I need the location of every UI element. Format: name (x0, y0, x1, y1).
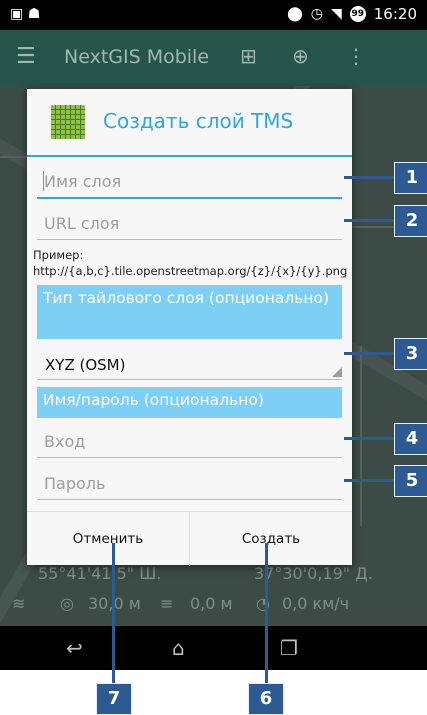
app-bar: ☰ NextGIS Mobile ⊞ ⊕ ⋮ (0, 30, 427, 86)
home-icon[interactable]: ⌂ (172, 636, 185, 660)
image-icon: ▣ (10, 6, 24, 22)
alarm-icon: ◷ (310, 6, 323, 22)
layer-name-field[interactable]: Имя слоя (37, 167, 342, 199)
accuracy-icon: ◎ (60, 594, 74, 613)
navigation-bar: ↩ ⌂ ❐ (0, 626, 427, 670)
callout-5-leader (344, 479, 394, 482)
layer-url-placeholder: URL слоя (44, 214, 120, 233)
password-field[interactable]: Пароль (37, 469, 342, 500)
password-placeholder: Пароль (44, 474, 106, 493)
layer-url-field[interactable]: URL слоя (37, 209, 342, 240)
create-tms-layer-dialog: Создать слой TMS Имя слоя URL слоя Приме… (27, 89, 352, 566)
android-icon: ☗ (27, 6, 41, 22)
callout-5: 5 (394, 465, 427, 497)
wifi-signal-icon: ◥ (330, 6, 342, 22)
status-bar: ▣ ☗ ⬤ ◷ ◥ 99 16:20 (0, 0, 427, 30)
longitude-readout: 37°30'0,19" Д. (254, 564, 373, 583)
tile-type-value: XYZ (OSM) (45, 356, 126, 374)
locate-icon[interactable]: ⊕ (292, 44, 309, 68)
status-right: ⬤ ◷ ◥ 99 16:20 (287, 5, 417, 23)
map-road (0, 156, 30, 158)
callout-2-leader (344, 219, 394, 222)
callout-3: 3 (394, 338, 427, 370)
status-left: ▣ ☗ (10, 6, 40, 22)
altitude-icon: ≡ (160, 594, 174, 613)
cancel-button[interactable]: Отменить (27, 512, 190, 566)
speed-readout: 0,0 км/ч (282, 594, 350, 613)
callout-7-leader (112, 543, 115, 683)
tile-type-header: Тип тайлового слоя (опционально) (37, 285, 342, 339)
overflow-menu-icon[interactable]: ⋮ (346, 44, 366, 68)
login-placeholder: Вход (44, 432, 86, 451)
callout-3-leader (344, 352, 394, 355)
tms-layer-icon (51, 105, 85, 139)
callout-1-leader (344, 176, 394, 179)
wifi-status-icon: ≋ (12, 594, 26, 613)
app-title: NextGIS Mobile (64, 46, 210, 68)
callout-4-leader (344, 437, 394, 440)
create-button[interactable]: Создать (190, 512, 352, 566)
location-pin-icon: ⬤ (287, 6, 303, 22)
tile-type-select[interactable]: XYZ (OSM) (37, 349, 342, 380)
dialog-divider (27, 155, 352, 157)
latitude-readout: 55°41'41.5" Ш. (38, 564, 162, 583)
dropdown-caret-icon (332, 367, 342, 377)
auth-header: Имя/пароль (опционально) (37, 387, 342, 418)
recent-apps-icon[interactable]: ❐ (280, 636, 298, 660)
callout-1: 1 (394, 162, 427, 194)
callout-4: 4 (394, 423, 427, 455)
layer-name-placeholder: Имя слоя (44, 172, 122, 191)
callout-6-leader (265, 543, 268, 683)
back-icon[interactable]: ↩ (66, 636, 83, 660)
dialog-button-row: Отменить Создать (27, 511, 352, 566)
url-example-text: Пример: http://{a,b,c}.tile.openstreetma… (33, 248, 348, 278)
map-road (360, 346, 362, 526)
callout-6: 6 (248, 683, 284, 715)
login-field[interactable]: Вход (37, 427, 342, 458)
menu-icon[interactable]: ☰ (16, 44, 36, 69)
device-screen: ▣ ☗ ⬤ ◷ ◥ 99 16:20 ☰ NextGIS Mobile ⊞ ⊕ … (0, 0, 427, 670)
dialog-header: Создать слой TMS (27, 89, 352, 155)
status-time: 16:20 (373, 5, 417, 23)
altitude-readout: 0,0 м (190, 594, 233, 613)
battery-icon: 99 (349, 6, 366, 22)
add-layer-icon[interactable]: ⊞ (240, 44, 257, 68)
dialog-title: Создать слой TMS (103, 109, 294, 133)
callout-2: 2 (394, 205, 427, 237)
callout-7: 7 (96, 683, 132, 715)
